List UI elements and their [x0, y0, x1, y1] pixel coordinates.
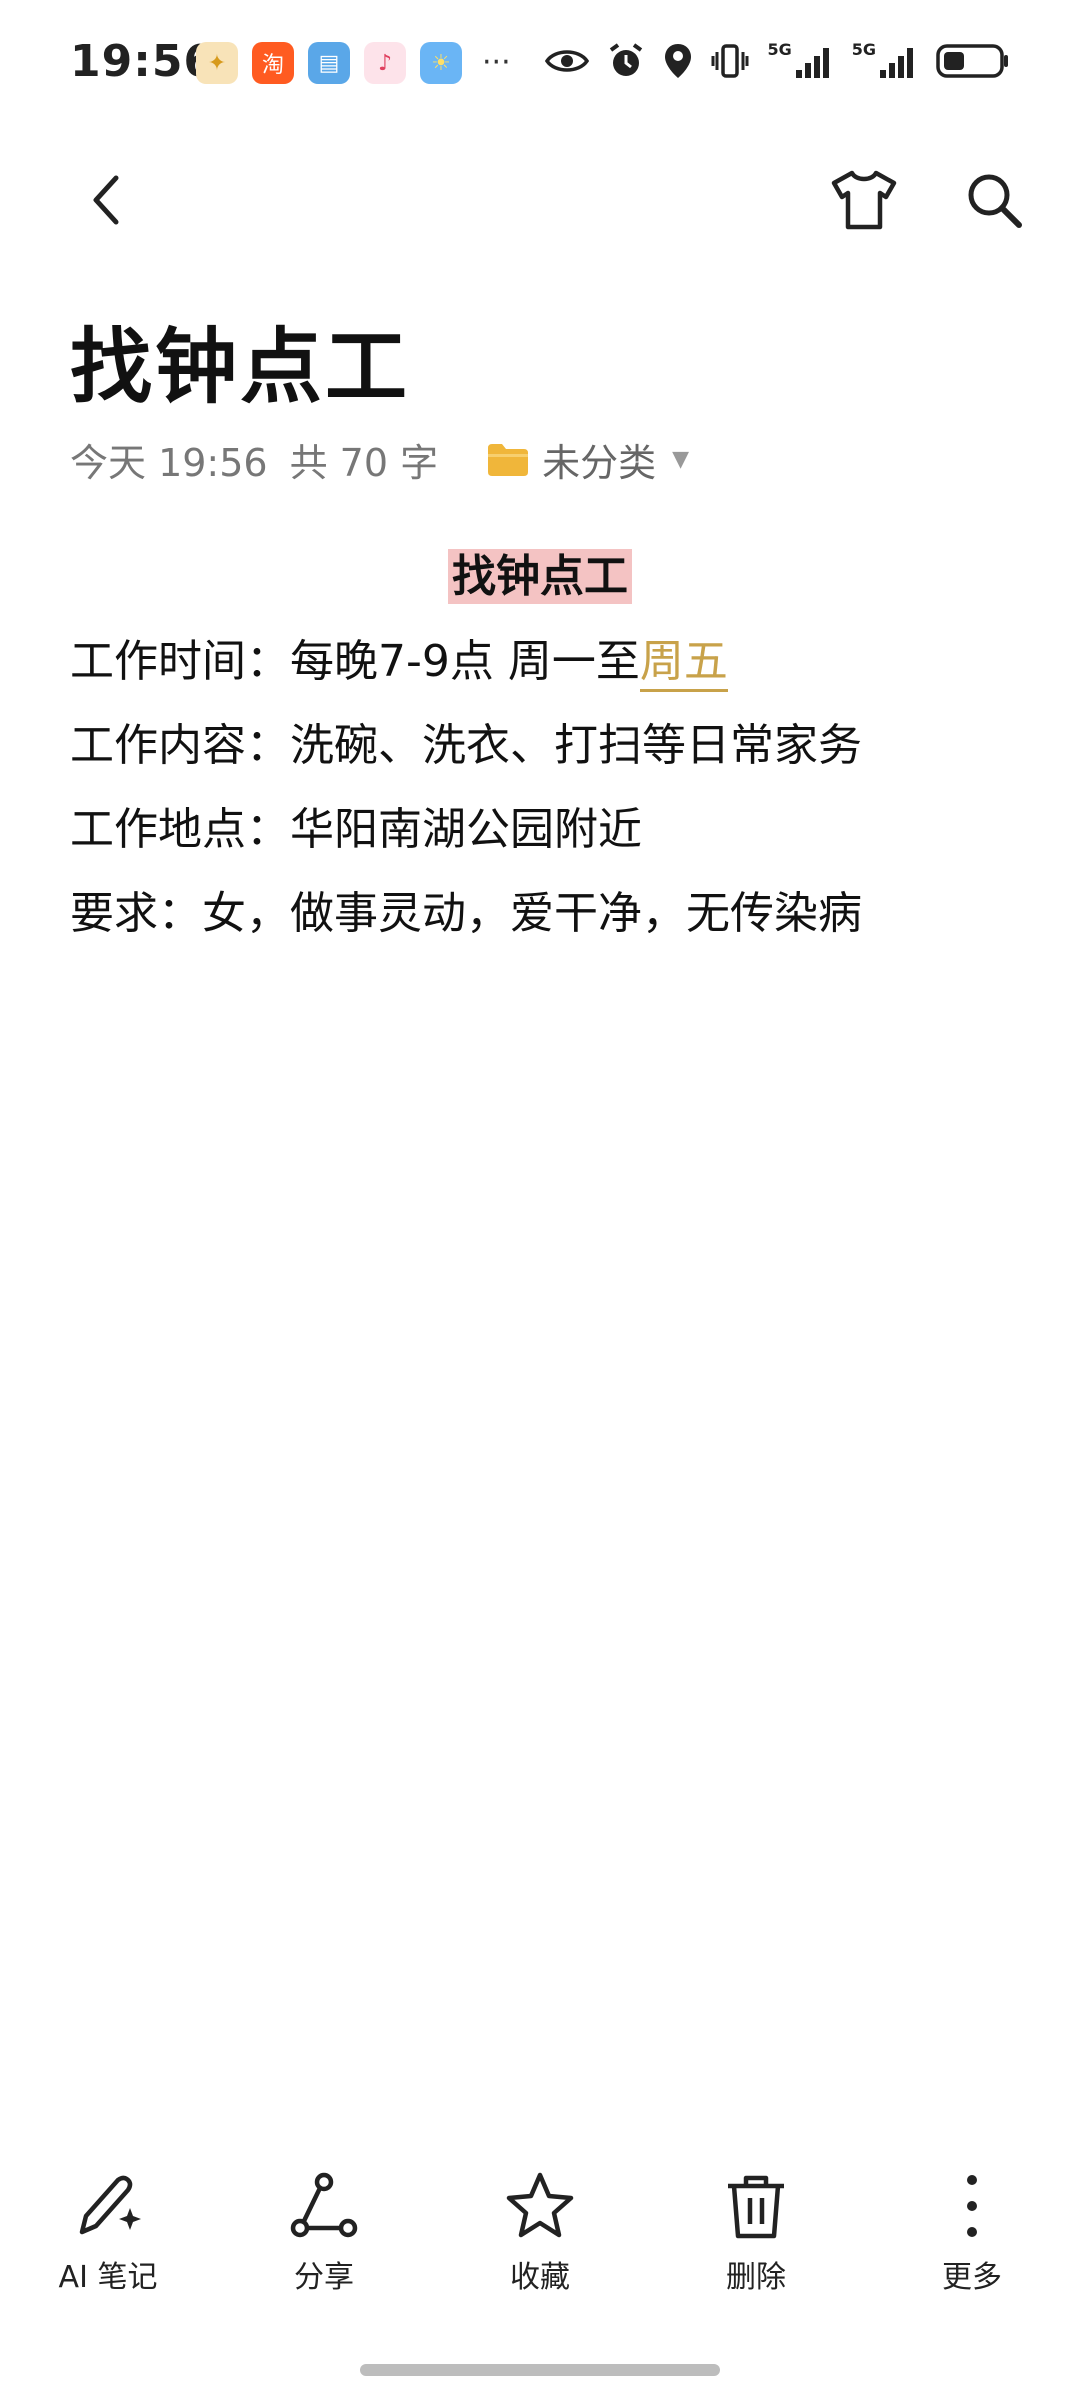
delete-button[interactable]: 删除	[656, 2170, 856, 2310]
status-bar: 19:56 ✦ 淘 ▤ ♪ ☀ ··· 5G 5G	[0, 0, 1080, 130]
note-meta: 今天 19:56 共 70 字 未分类 ▼	[70, 432, 689, 487]
word-count: 共 70 字	[289, 441, 439, 485]
bottom-toolbar: AI 笔记 分享 收藏 删除 更多	[0, 2170, 1080, 2310]
battery-icon	[936, 40, 1010, 82]
honor-icon: ✦	[196, 42, 238, 84]
more-notifications-icon: ···	[482, 45, 511, 80]
date-link[interactable]: 周五	[639, 636, 728, 692]
content-heading: 找钟点工	[70, 540, 1010, 604]
taobao-icon: 淘	[252, 42, 294, 84]
system-icons: 5G 5G	[545, 40, 1010, 82]
note-content[interactable]: 找钟点工 工作时间：每晚7-9点 周一至周五 工作内容：洗碗、洗衣、打扫等日常家…	[70, 540, 1010, 956]
more-label: 更多	[942, 2260, 1002, 2295]
home-indicator[interactable]	[360, 2364, 720, 2376]
ai-pen-icon	[79, 2175, 141, 2235]
eye-icon	[545, 40, 590, 82]
favorite-button[interactable]: 收藏	[440, 2170, 640, 2310]
folder-icon	[488, 443, 529, 476]
status-time: 19:56	[70, 36, 216, 87]
signal-5g-icon-1: 5G	[767, 40, 833, 82]
caret-down-icon: ▼	[672, 447, 690, 472]
search-icon	[968, 174, 1022, 228]
note-timestamp: 今天 19:56	[70, 441, 268, 485]
music-icon: ♪	[364, 42, 406, 84]
search-button[interactable]	[958, 164, 1030, 236]
work-time-text: 工作时间：每晚7-9点 周一至	[70, 636, 640, 687]
theme-button[interactable]	[828, 164, 900, 236]
vibrate-icon	[711, 40, 749, 82]
folder-selector[interactable]: 未分类 ▼	[486, 432, 689, 487]
trash-icon	[728, 2175, 784, 2239]
notification-icons: ✦ 淘 ▤ ♪ ☀ ···	[196, 42, 511, 84]
content-line-work-location: 工作地点：华阳南湖公园附近	[70, 804, 642, 855]
folder-label: 未分类	[542, 441, 657, 485]
more-button[interactable]: 更多	[872, 2170, 1072, 2310]
star-icon	[506, 2172, 574, 2238]
alarm-icon	[607, 40, 645, 82]
back-icon	[93, 175, 119, 225]
location-icon	[663, 40, 693, 82]
note-title[interactable]: 找钟点工	[70, 300, 410, 419]
content-line-work-time: 工作时间：每晚7-9点 周一至周五	[70, 620, 1010, 704]
weather-icon: ☀	[420, 42, 462, 84]
ai-note-label: AI 笔记	[58, 2260, 158, 2295]
content-line-requirements: 要求：女，做事灵动，爱干净，无传染病	[70, 888, 862, 939]
share-label: 分享	[294, 2260, 354, 2295]
share-button[interactable]: 分享	[224, 2170, 424, 2310]
top-navigation	[0, 150, 1080, 250]
more-vertical-icon	[967, 2175, 977, 2237]
back-button[interactable]	[70, 164, 142, 236]
reader-icon: ▤	[308, 42, 350, 84]
highlighted-heading: 找钟点工	[448, 549, 632, 604]
tshirt-icon	[831, 170, 897, 230]
ai-note-button[interactable]: AI 笔记	[8, 2170, 208, 2310]
share-icon	[290, 2172, 358, 2238]
content-line-work-content: 工作内容：洗碗、洗衣、打扫等日常家务	[70, 720, 862, 771]
delete-label: 删除	[726, 2260, 786, 2295]
favorite-label: 收藏	[510, 2260, 570, 2295]
signal-5g-icon-2: 5G	[852, 40, 918, 82]
